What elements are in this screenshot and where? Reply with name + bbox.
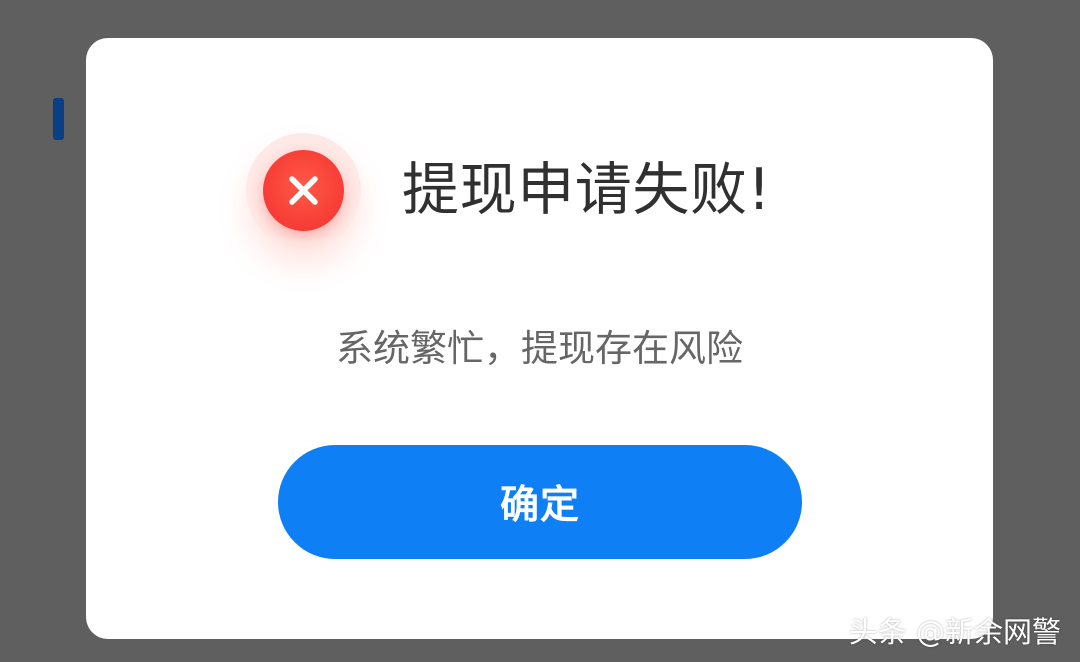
dialog-title: 提现申请失败! bbox=[402, 157, 772, 223]
watermark: 头条 @新余网警 bbox=[848, 615, 1061, 649]
close-icon bbox=[263, 150, 344, 231]
dialog-message: 系统繁忙，提现存在风险 bbox=[336, 327, 743, 370]
error-icon-container bbox=[246, 133, 361, 248]
background-accent-bar bbox=[53, 98, 64, 140]
withdrawal-error-dialog: 提现申请失败! 系统繁忙，提现存在风险 确定 bbox=[86, 38, 993, 639]
confirm-button[interactable]: 确定 bbox=[278, 445, 802, 559]
error-icon-circle bbox=[263, 150, 344, 231]
